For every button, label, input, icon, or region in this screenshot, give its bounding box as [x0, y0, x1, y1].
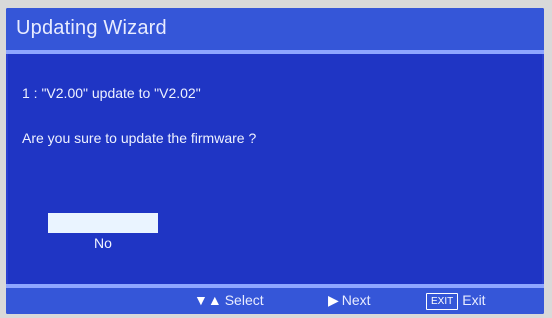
title-divider — [6, 50, 544, 54]
updating-wizard-screen: Updating Wizard 1 : "V2.00" update to "V… — [6, 8, 544, 314]
up-down-arrows-icon: ▼▲ — [194, 292, 222, 308]
confirm-question: Are you sure to update the firmware ? — [22, 130, 257, 146]
select-hint: ▼▲ Select — [194, 292, 264, 308]
version-info: 1 : "V2.00" update to "V2.02" — [22, 85, 201, 101]
title-bar: Updating Wizard — [6, 8, 544, 50]
footer-bar: ▼▲ Select ▶ Next EXIT Exit — [6, 288, 544, 314]
next-label: Next — [341, 292, 371, 308]
exit-hint: EXIT Exit — [426, 292, 486, 310]
exit-label: Exit — [462, 292, 486, 308]
exit-key-icon: EXIT — [426, 293, 459, 310]
play-arrow-icon: ▶ — [328, 292, 339, 308]
select-label: Select — [224, 292, 264, 308]
option-yes[interactable]: Yes — [48, 213, 158, 233]
next-hint: ▶ Next — [328, 292, 371, 309]
window-title: Updating Wizard — [16, 17, 167, 39]
options-list: Yes No — [48, 213, 158, 253]
option-no[interactable]: No — [48, 233, 158, 253]
